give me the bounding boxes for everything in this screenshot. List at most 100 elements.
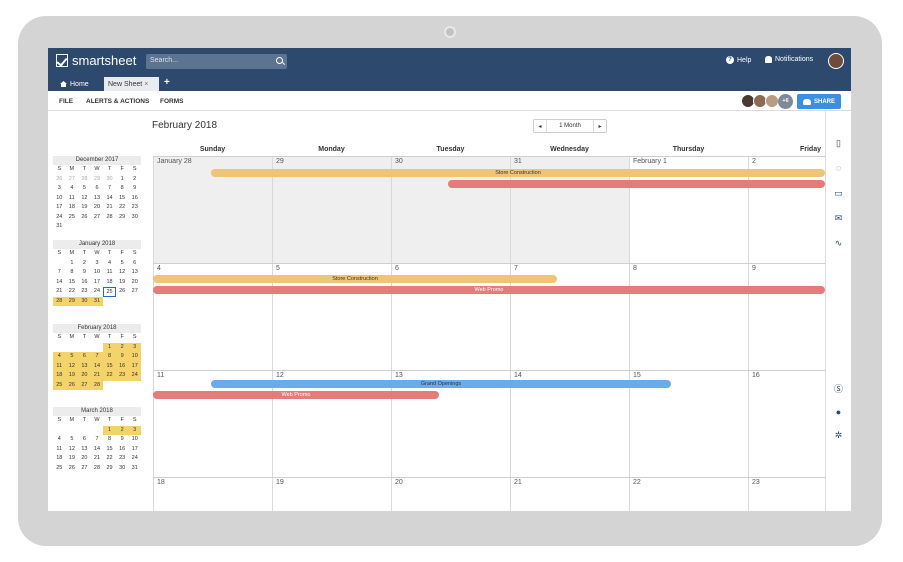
mini-day[interactable]: 24	[53, 213, 66, 223]
mini-calendar-title[interactable]: March 2018	[53, 407, 141, 416]
mini-day[interactable]: 15	[66, 278, 79, 288]
mini-day[interactable]: 14	[91, 445, 104, 455]
mini-day[interactable]: 28	[78, 175, 91, 185]
mini-day[interactable]: 24	[91, 287, 104, 297]
mini-day[interactable]: 12	[65, 361, 79, 371]
more-collaborators-badge[interactable]: +6	[778, 94, 793, 109]
mini-calendar-title[interactable]: December 2017	[53, 156, 141, 165]
mini-day[interactable]: 28	[91, 464, 104, 474]
mini-day[interactable]: 2	[128, 175, 141, 185]
mini-day[interactable]: 30	[116, 464, 129, 474]
mini-day[interactable]: 21	[53, 287, 66, 297]
prev-month-button[interactable]: ◂	[534, 123, 546, 130]
collaborator-avatar[interactable]	[765, 94, 779, 108]
mini-day[interactable]: 28	[103, 213, 116, 223]
user-avatar[interactable]	[828, 53, 844, 69]
day-cell[interactable]: 18	[153, 478, 272, 511]
menu-file[interactable]: FILE	[59, 98, 73, 105]
mini-calendar-title[interactable]: February 2018	[53, 324, 141, 333]
activity-icon[interactable]: ∿	[833, 238, 844, 249]
logo[interactable]: smartsheet	[56, 53, 136, 68]
mini-day[interactable]: 25	[53, 464, 66, 474]
event-bar-store-construction[interactable]: Store Construction	[153, 275, 557, 283]
mini-day[interactable]: 1	[103, 425, 116, 435]
mini-day[interactable]: 13	[78, 361, 91, 371]
mini-day[interactable]: 6	[78, 435, 91, 445]
search-icon[interactable]	[276, 57, 283, 64]
help-button[interactable]: ? Help	[726, 56, 751, 64]
mini-day[interactable]: 1	[103, 342, 116, 352]
add-tab-button[interactable]: +	[164, 77, 170, 88]
mini-day[interactable]: 18	[103, 278, 116, 288]
mini-day[interactable]: 17	[53, 203, 66, 213]
mini-day[interactable]: 4	[66, 184, 79, 194]
mini-day[interactable]: 11	[66, 194, 79, 204]
event-bar-web-promo[interactable]: Web Promo	[153, 391, 439, 399]
mini-day[interactable]: 8	[103, 352, 116, 362]
mini-day[interactable]: 18	[53, 454, 66, 464]
mini-day[interactable]: 5	[65, 352, 79, 362]
mini-day[interactable]: 22	[116, 203, 129, 213]
event-bar-web-promo[interactable]	[448, 180, 825, 188]
event-bar-grand-openings[interactable]: Grand Openings	[211, 380, 671, 388]
mini-day[interactable]: 6	[78, 352, 91, 362]
mini-day[interactable]: 25	[66, 213, 79, 223]
mini-day[interactable]: 22	[103, 454, 116, 464]
mini-day[interactable]: 14	[90, 361, 104, 371]
mini-day[interactable]: 7	[90, 352, 104, 362]
day-cell[interactable]: 23	[748, 478, 825, 511]
mini-day[interactable]: 27	[78, 464, 91, 474]
mini-day[interactable]: 17	[128, 361, 141, 371]
integration-icon[interactable]: ✲	[833, 430, 844, 441]
mini-day[interactable]: 3	[53, 184, 66, 194]
mini-day[interactable]: 16	[116, 445, 129, 455]
day-cell[interactable]: 9	[748, 264, 825, 370]
mini-day[interactable]: 30	[103, 175, 116, 185]
mini-day[interactable]: 5	[66, 435, 79, 445]
mini-day[interactable]: 17	[91, 278, 104, 288]
search-input[interactable]: Search...	[146, 54, 287, 69]
notifications-button[interactable]: Notifications	[765, 56, 813, 63]
menu-forms[interactable]: FORMS	[160, 98, 183, 105]
event-bar-store-construction[interactable]: Store Construction	[211, 169, 825, 177]
mini-day[interactable]: 29	[103, 464, 116, 474]
mini-day[interactable]: 10	[53, 194, 66, 204]
day-cell[interactable]: 16	[748, 371, 825, 477]
mini-day[interactable]: 28	[90, 380, 104, 390]
mini-day[interactable]: 1	[66, 259, 79, 269]
mini-day[interactable]: 9	[116, 435, 129, 445]
mini-day[interactable]: 11	[103, 268, 116, 278]
mini-day[interactable]: 19	[66, 454, 79, 464]
share-button[interactable]: SHARE	[797, 94, 841, 109]
mini-day[interactable]: 20	[128, 278, 141, 288]
mini-day[interactable]: 18	[53, 371, 66, 381]
mini-day[interactable]: 25	[103, 287, 116, 297]
mini-day[interactable]: 9	[128, 184, 141, 194]
update-request-icon[interactable]: ✉	[833, 213, 844, 224]
mini-day[interactable]: 10	[128, 352, 141, 362]
mini-day[interactable]: 21	[91, 454, 104, 464]
day-cell[interactable]: 19	[272, 478, 391, 511]
mini-day[interactable]: 15	[116, 194, 129, 204]
mini-day[interactable]: 8	[116, 184, 129, 194]
mini-day[interactable]: 2	[78, 259, 91, 269]
mini-day[interactable]: 17	[128, 445, 141, 455]
mini-day[interactable]: 25	[53, 380, 66, 390]
mini-calendar-title[interactable]: January 2018	[53, 240, 141, 249]
mini-day[interactable]: 26	[66, 464, 79, 474]
mini-day[interactable]: 16	[128, 194, 141, 204]
tab-new-sheet[interactable]: New Sheet ×	[104, 77, 159, 91]
mini-day[interactable]: 14	[103, 194, 116, 204]
mini-day[interactable]: 27	[91, 213, 104, 223]
mini-day[interactable]: 5	[78, 184, 91, 194]
mini-day[interactable]: 24	[128, 371, 141, 381]
mini-day[interactable]: 19	[65, 371, 79, 381]
mini-day[interactable]: 11	[53, 445, 66, 455]
day-cell[interactable]: 8	[629, 264, 748, 370]
mini-day[interactable]: 22	[103, 371, 116, 381]
mini-day[interactable]: 8	[66, 268, 79, 278]
mini-day[interactable]: 20	[78, 454, 91, 464]
mini-day[interactable]: 2	[115, 425, 129, 435]
mini-day[interactable]: 4	[103, 259, 116, 269]
day-cell[interactable]: 21	[510, 478, 629, 511]
